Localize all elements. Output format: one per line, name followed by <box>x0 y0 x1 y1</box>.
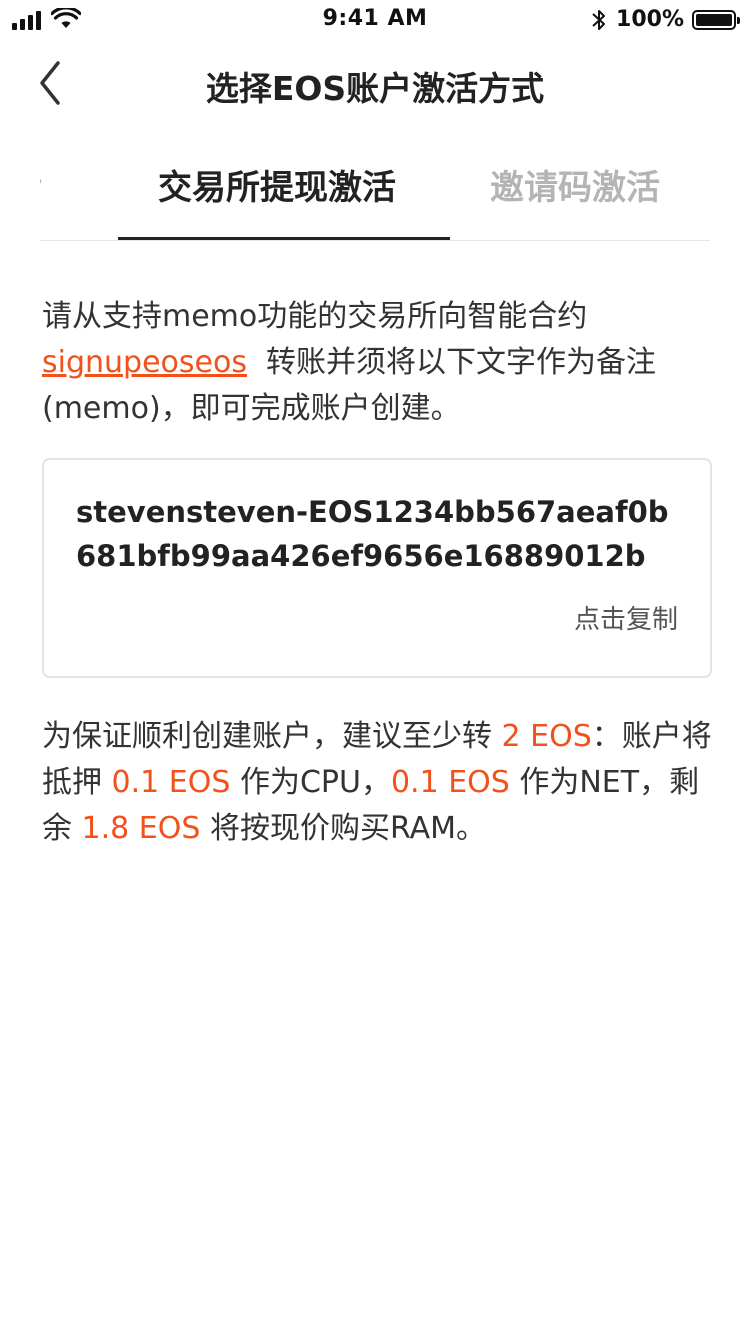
amount-ram: 1.8 EOS <box>81 811 201 846</box>
page-title: 选择EOS账户激活方式 <box>205 69 545 108</box>
nav-bar: 选择EOS账户激活方式 <box>0 40 750 128</box>
copy-button[interactable]: 点击复制 <box>574 599 678 636</box>
tab-bar: 活 交易所提现激活 邀请码激活 <box>40 148 710 241</box>
intro-text-before: 请从支持memo功能的交易所向智能合约 <box>42 299 588 334</box>
amount-net: 0.1 EOS <box>390 765 510 800</box>
tab-invite-code[interactable]: 邀请码激活 <box>490 160 660 209</box>
memo-box: stevensteven-EOS1234bb567aeaf0b681bfb99a… <box>42 458 712 678</box>
amount-total: 2 EOS <box>501 719 592 754</box>
tab-prev-partial[interactable]: 活 <box>40 160 42 209</box>
battery-icon <box>692 9 740 30</box>
status-right: 100% <box>590 7 740 32</box>
memo-value: stevensteven-EOS1234bb567aeaf0b681bfb99a… <box>76 495 669 573</box>
suggest-text-1: 为保证顺利创建账户，建议至少转 <box>42 719 502 754</box>
suggest-text-5: 将按现价购买RAM。 <box>200 811 486 846</box>
contract-link[interactable]: signupeoseos <box>42 345 247 380</box>
tab-exchange-withdraw[interactable]: 交易所提现激活 <box>158 160 396 209</box>
battery-percent: 100% <box>616 7 684 32</box>
intro-paragraph: 请从支持memo功能的交易所向智能合约 signupeoseos 转账并须将以下… <box>42 294 712 432</box>
suggestion-paragraph: 为保证顺利创建账户，建议至少转 2 EOS：账户将抵押 0.1 EOS 作为CP… <box>42 714 712 852</box>
suggest-text-3: 作为CPU， <box>230 765 391 800</box>
amount-cpu: 0.1 EOS <box>111 765 231 800</box>
bluetooth-icon <box>592 9 606 30</box>
tab-active-indicator <box>118 237 450 240</box>
status-bar: 9:41 AM 100% <box>0 0 750 40</box>
